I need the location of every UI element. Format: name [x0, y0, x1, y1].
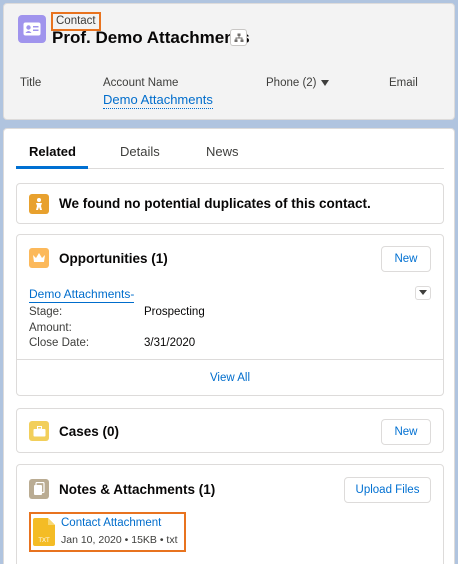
stage-value: Prospecting: [144, 306, 205, 318]
close-date-value: 3/31/2020: [144, 337, 196, 349]
duplicates-message: We found no potential duplicates of this…: [59, 196, 371, 211]
cases-title: Cases (0): [59, 424, 120, 439]
briefcase-icon: [29, 421, 49, 441]
field-label-phone[interactable]: Phone (2): [266, 76, 329, 90]
notes-title: Notes & Attachments (1): [59, 482, 216, 497]
field-label-account: Account Name: [103, 77, 179, 89]
amount-label: Amount:: [29, 322, 72, 334]
row-action-chevron-down-icon[interactable]: [415, 286, 431, 300]
tab-related[interactable]: Related: [29, 144, 76, 160]
opportunities-title: Opportunities (1): [59, 251, 168, 266]
attachment-name-link[interactable]: Contact Attachment: [61, 516, 161, 530]
file-stack-icon: [29, 479, 49, 499]
tab-details[interactable]: Details: [120, 144, 160, 160]
account-name-link[interactable]: Demo Attachments: [103, 92, 213, 109]
contact-card-icon: [18, 15, 46, 43]
opportunities-card: Opportunities (1) New Demo Attachments- …: [16, 234, 444, 396]
duplicates-card: We found no potential duplicates of this…: [16, 183, 444, 224]
tab-news[interactable]: News: [206, 144, 239, 160]
hierarchy-icon[interactable]: [230, 29, 247, 46]
field-label-email: Email: [389, 77, 418, 89]
field-label-title: Title: [20, 77, 42, 89]
attachment-item[interactable]: TXT Contact Attachment Jan 10, 2020 • 15…: [29, 512, 186, 552]
view-all-footer: View All: [17, 359, 443, 395]
stage-label: Stage:: [29, 306, 63, 318]
new-case-button[interactable]: New: [381, 419, 431, 445]
txt-file-icon: TXT: [33, 518, 55, 546]
crown-icon: [29, 248, 49, 268]
phone-label-text: Phone (2): [266, 77, 317, 89]
record-header: Contact Prof. Demo Attachments Title Acc…: [3, 3, 455, 120]
duplicate-person-icon: [29, 194, 49, 214]
related-panel: Related Details News We found no potenti…: [3, 128, 455, 564]
cases-card: Cases (0) New: [16, 408, 444, 453]
active-tab-indicator: [16, 166, 88, 169]
chevron-down-icon[interactable]: [320, 79, 329, 86]
new-opportunity-button[interactable]: New: [381, 246, 431, 272]
opportunity-link[interactable]: Demo Attachments-: [29, 287, 135, 303]
record-title: Prof. Demo Attachments: [52, 28, 250, 47]
notes-attachments-card: Notes & Attachments (1) Upload Files TXT…: [16, 464, 444, 564]
attachment-meta: Jan 10, 2020 • 15KB • txt: [61, 534, 178, 546]
file-type-label: TXT: [38, 538, 50, 544]
upload-files-button[interactable]: Upload Files: [344, 477, 431, 503]
tab-bar: Related Details News: [16, 129, 444, 169]
close-date-label: Close Date:: [29, 337, 90, 349]
view-all-link[interactable]: View All: [17, 371, 443, 385]
